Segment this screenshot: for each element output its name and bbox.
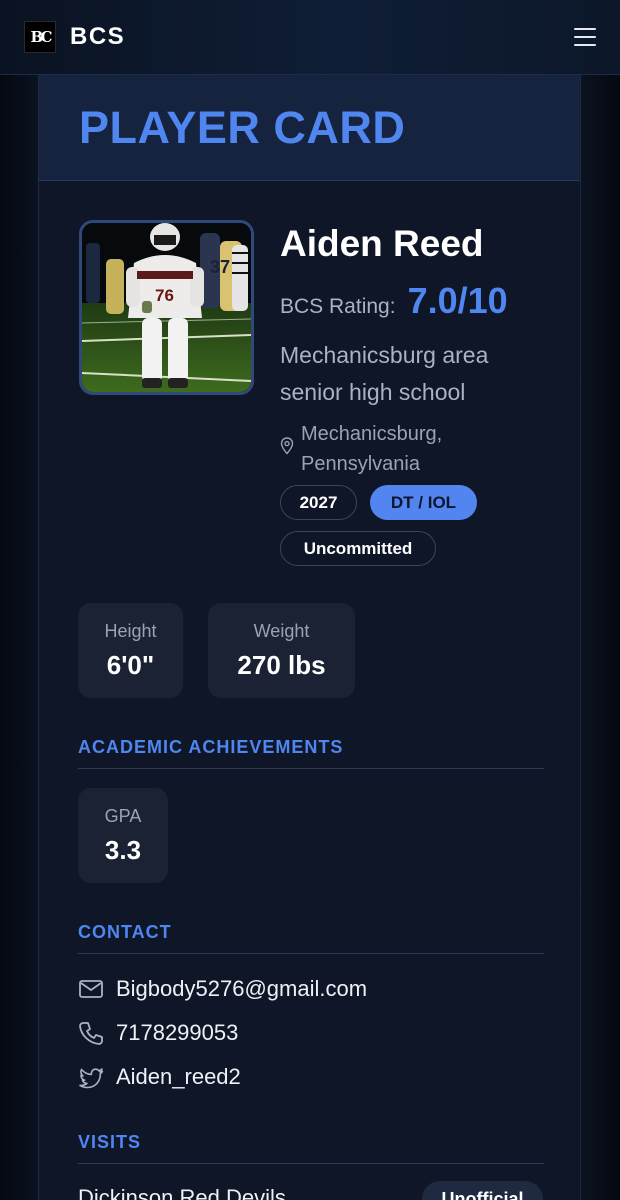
menu-icon[interactable] [574, 28, 596, 46]
svg-text:37: 37 [210, 257, 230, 277]
gpa-value: 3.3 [104, 834, 142, 865]
weight-stat: Weight 270 lbs [208, 603, 355, 698]
phone-link[interactable]: 7178299053 [116, 1020, 238, 1046]
weight-value: 270 lbs [237, 649, 326, 680]
section-divider [78, 953, 544, 954]
academic-section-title: ACADEMIC ACHIEVEMENTS [78, 737, 344, 757]
bcs-rating: BCS Rating: 7.0/10 [280, 280, 508, 322]
position-badge: DT / IOL [370, 485, 477, 520]
page-title: PLAYER CARD [79, 101, 406, 153]
rating-value: 7.0/10 [407, 280, 508, 321]
mail-icon [79, 980, 103, 998]
visit-school: Dickinson Red Devils [78, 1185, 286, 1200]
card-header: PLAYER CARD [39, 75, 580, 181]
school-name: Mechanicsburg area senior high school [280, 342, 489, 405]
section-divider [78, 768, 544, 769]
visits-section-title: VISITS [78, 1132, 142, 1152]
brand-name[interactable]: BCS [70, 23, 125, 51]
height-label: Height [104, 620, 157, 641]
jersey-number: 76 [155, 286, 174, 305]
weight-label: Weight [253, 620, 310, 641]
email-row[interactable]: Bigbody5276@gmail.com [78, 974, 367, 1004]
rating-label: BCS Rating: [280, 295, 396, 318]
height-stat: Height 6'0" [78, 603, 183, 698]
location-pin-icon [280, 437, 294, 455]
twitter-row[interactable]: Aiden_reed2 [78, 1062, 241, 1092]
height-value: 6'0" [106, 649, 155, 680]
visit-type-badge: Unofficial [422, 1181, 543, 1200]
contact-section-title: CONTACT [78, 922, 172, 942]
twitter-icon [79, 1068, 104, 1089]
commit-status-badge: Uncommitted [280, 531, 436, 566]
page-gutter-right [581, 75, 620, 1200]
class-year-badge: 2027 [280, 485, 357, 520]
twitter-link[interactable]: Aiden_reed2 [116, 1064, 241, 1090]
email-link[interactable]: Bigbody5276@gmail.com [116, 976, 367, 1002]
phone-row[interactable]: 7178299053 [78, 1018, 238, 1048]
gpa-label: GPA [104, 805, 142, 826]
player-photo: 37 76 [79, 220, 254, 395]
page-gutter-left [0, 75, 38, 1200]
player-photo-image: 37 76 [82, 223, 251, 392]
player-card: PLAYER CARD 37 76 Aiden Reed BCS Rating:… [38, 75, 581, 1200]
player-name: Aiden Reed [280, 223, 484, 264]
section-divider [78, 1163, 544, 1164]
bcs-logo[interactable]: BC [24, 21, 56, 53]
phone-icon [79, 1022, 103, 1045]
gpa-stat: GPA 3.3 [78, 788, 168, 883]
player-location: Mechanicsburg, Pennsylvania [301, 423, 443, 475]
top-navbar: BC BCS [0, 0, 620, 75]
